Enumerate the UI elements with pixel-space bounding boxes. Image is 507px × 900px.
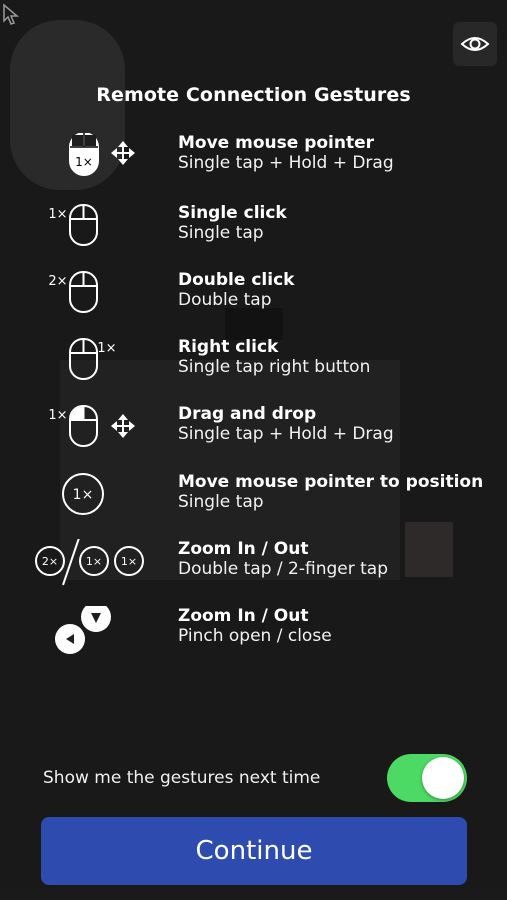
gesture-title: Move mouse pointer to position — [178, 472, 484, 492]
click-count-badge: 1× — [75, 155, 93, 169]
gesture-desc: Single tap — [178, 223, 264, 243]
show-gestures-toggle[interactable] — [387, 754, 467, 802]
cursor-arrow-icon — [3, 3, 20, 25]
show-gestures-label: Show me the gestures next time — [43, 768, 321, 788]
continue-button[interactable]: Continue — [41, 817, 467, 885]
gesture-title: Zoom In / Out — [178, 539, 309, 559]
gesture-row-move-pointer: 1× Move mouse pointer Single tap + Hold … — [0, 132, 507, 193]
click-count-badge: 1× — [48, 207, 67, 222]
gesture-title: Single click — [178, 203, 287, 223]
click-count-badge: 1× — [48, 408, 67, 423]
gesture-title: Move mouse pointer — [178, 133, 375, 153]
gesture-row-right-click: 1× Right click Single tap right button — [0, 337, 507, 397]
separator-slash — [62, 537, 80, 586]
gesture-icon-move-to-position: 1× — [30, 472, 170, 532]
tap-count-badge: 1× — [73, 487, 94, 503]
gesture-icon-double-click: 2× — [30, 270, 170, 330]
toggle-knob — [422, 757, 464, 799]
eye-toggle-button[interactable] — [453, 22, 497, 66]
gesture-row-double-click: 2× Double click Double tap — [0, 270, 507, 330]
tap-count-badge: 1× — [86, 555, 102, 568]
gesture-row-move-to-position: 1× Move mouse pointer to position Single… — [0, 472, 507, 532]
gesture-title: Double click — [178, 270, 295, 290]
gesture-icon-drag-drop: 1× — [30, 404, 170, 464]
gesture-icon-move-pointer: 1× — [30, 132, 170, 193]
gesture-icon-single-click: 1× — [30, 203, 170, 263]
move-arrows-icon — [111, 414, 135, 438]
mouse-icon — [69, 338, 98, 380]
tap-count-badge: 1× — [121, 555, 137, 568]
click-count-badge: 1× — [97, 341, 116, 356]
gesture-desc: Single tap + Hold + Drag — [178, 153, 394, 173]
gesture-desc: Single tap right button — [178, 357, 371, 377]
tap-count-badge: 2× — [42, 555, 58, 568]
click-count-badge: 2× — [48, 274, 67, 289]
gesture-title: Right click — [178, 337, 279, 357]
gesture-desc: Double tap / 2-finger tap — [178, 559, 389, 579]
gesture-desc: Double tap — [178, 290, 272, 310]
gesture-icon-right-click: 1× — [30, 337, 170, 397]
gesture-row-drag-drop: 1× Drag and drop Single tap + Hold + Dra… — [0, 404, 507, 464]
mouse-icon — [69, 405, 98, 447]
mouse-icon — [69, 204, 98, 246]
gesture-title: Drag and drop — [178, 404, 317, 424]
gesture-icon-zoom-tap: 2× 1× 1× — [30, 537, 170, 599]
gesture-title: Zoom In / Out — [178, 606, 309, 626]
gesture-row-zoom-tap: 2× 1× 1× Zoom In / Out Double tap / 2-fi… — [0, 537, 507, 599]
gestures-title: Remote Connection Gestures — [96, 84, 411, 106]
eye-icon — [460, 37, 490, 51]
gesture-row-single-click: 1× Single click Single tap — [0, 203, 507, 263]
gesture-icon-pinch — [30, 602, 170, 666]
gesture-row-pinch: Zoom In / Out Pinch open / close — [0, 602, 507, 666]
gesture-desc: Pinch open / close — [178, 626, 332, 646]
gesture-desc: Single tap — [178, 492, 264, 512]
move-arrows-icon — [111, 141, 135, 165]
pinch-icon — [55, 602, 111, 654]
mouse-icon — [69, 271, 98, 313]
gesture-desc: Single tap + Hold + Drag — [178, 424, 394, 444]
